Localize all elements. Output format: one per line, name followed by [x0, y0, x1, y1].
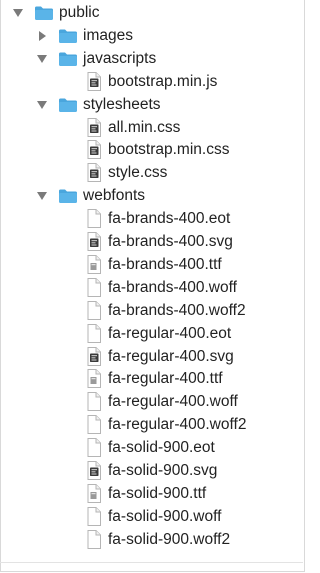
folder-row-webfonts[interactable]: webfonts	[1, 185, 304, 207]
font-file-icon	[87, 483, 101, 503]
blank-file-icon	[87, 415, 101, 435]
file-row-fa-brands-400-svg[interactable]: fa-brands-400.svg	[1, 231, 304, 253]
file-name: fa-solid-900.woff	[108, 507, 222, 525]
folder-row-javascripts[interactable]: javascripts	[1, 48, 304, 70]
folder-icon	[58, 188, 78, 204]
folder-name: images	[83, 26, 133, 44]
folder-name: stylesheets	[83, 95, 161, 113]
tree-bottom-divider	[0, 562, 303, 563]
folder-row-stylesheets[interactable]: stylesheets	[1, 94, 304, 116]
folder-row-public[interactable]: public	[1, 2, 304, 24]
blank-file-icon	[87, 323, 101, 343]
file-name: fa-brands-400.ttf	[108, 255, 222, 273]
file-name: fa-brands-400.eot	[108, 210, 231, 228]
folder-name: javascripts	[83, 49, 157, 67]
script-file-icon	[87, 461, 101, 480]
blank-file-icon	[87, 209, 101, 229]
disclosure-expanded-icon[interactable]	[12, 7, 24, 19]
disclosure-expanded-icon[interactable]	[36, 99, 48, 111]
script-file-icon	[87, 140, 101, 160]
file-row-style-css[interactable]: style.css	[1, 162, 304, 184]
file-row-fa-solid-900-woff[interactable]: fa-solid-900.woff	[1, 506, 304, 528]
file-name: fa-brands-400.woff	[108, 278, 237, 296]
font-file-icon	[87, 369, 101, 389]
file-name: fa-solid-900.woff2	[108, 530, 231, 548]
file-row-fa-brands-400-ttf[interactable]: fa-brands-400.ttf	[1, 254, 304, 276]
disclosure-expanded-icon[interactable]	[36, 53, 48, 65]
file-row-bootstrap-min-js[interactable]: bootstrap.min.js	[1, 71, 304, 93]
folder-icon	[58, 97, 78, 113]
file-name: bootstrap.min.js	[108, 72, 218, 90]
file-row-bootstrap-min-css[interactable]: bootstrap.min.css	[1, 139, 304, 161]
file-name: fa-regular-400.eot	[108, 324, 232, 342]
file-row-fa-regular-400-woff2[interactable]: fa-regular-400.woff2	[1, 414, 304, 436]
file-row-fa-brands-400-woff[interactable]: fa-brands-400.woff	[1, 277, 304, 299]
file-name: fa-regular-400.ttf	[108, 370, 223, 388]
file-name: style.css	[108, 164, 168, 182]
file-name: fa-solid-900.eot	[108, 439, 215, 457]
script-file-icon	[87, 232, 101, 251]
disclosure-expanded-icon[interactable]	[36, 190, 48, 202]
font-file-icon	[87, 254, 101, 274]
folder-name: webfonts	[83, 187, 146, 205]
blank-file-icon	[87, 300, 101, 320]
file-name: fa-solid-900.svg	[108, 462, 218, 479]
blank-file-icon	[87, 392, 101, 412]
file-row-fa-regular-400-eot[interactable]: fa-regular-400.eot	[1, 323, 304, 345]
file-row-fa-regular-400-svg[interactable]: fa-regular-400.svg	[1, 346, 304, 368]
blank-file-icon	[87, 529, 101, 549]
file-row-fa-regular-400-woff[interactable]: fa-regular-400.woff	[1, 391, 304, 413]
script-file-icon	[87, 71, 101, 91]
file-row-fa-solid-900-svg[interactable]: fa-solid-900.svg	[1, 460, 304, 482]
script-file-icon	[87, 117, 101, 137]
file-name: fa-regular-400.svg	[108, 347, 234, 365]
file-name: fa-solid-900.ttf	[108, 484, 207, 502]
file-row-fa-brands-400-eot[interactable]: fa-brands-400.eot	[1, 208, 304, 230]
folder-row-images[interactable]: images	[1, 25, 304, 47]
file-name: bootstrap.min.css	[108, 141, 230, 159]
file-row-all-min-css[interactable]: all.min.css	[1, 117, 304, 139]
blank-file-icon	[87, 506, 101, 526]
file-name: fa-brands-400.svg	[108, 233, 233, 250]
file-row-fa-brands-400-woff2[interactable]: fa-brands-400.woff2	[1, 300, 304, 322]
file-name: fa-regular-400.woff	[108, 393, 238, 411]
script-file-icon	[87, 163, 101, 183]
folder-icon	[34, 5, 54, 21]
blank-file-icon	[87, 438, 101, 458]
script-file-icon	[87, 346, 101, 366]
folder-name: public	[59, 4, 100, 21]
file-name: fa-brands-400.woff2	[108, 301, 246, 319]
file-tree: public images javascripts bootstrap.min.js s…	[0, 0, 305, 572]
file-row-fa-regular-400-ttf[interactable]: fa-regular-400.ttf	[1, 368, 304, 390]
blank-file-icon	[87, 277, 101, 297]
file-row-fa-solid-900-ttf[interactable]: fa-solid-900.ttf	[1, 483, 304, 505]
folder-icon	[58, 51, 78, 67]
file-name: fa-regular-400.woff2	[108, 416, 247, 434]
folder-icon	[58, 28, 78, 44]
file-name: all.min.css	[108, 118, 181, 136]
file-row-fa-solid-900-woff2[interactable]: fa-solid-900.woff2	[1, 529, 304, 551]
file-row-fa-solid-900-eot[interactable]: fa-solid-900.eot	[1, 437, 304, 459]
disclosure-collapsed-icon[interactable]	[36, 30, 48, 42]
